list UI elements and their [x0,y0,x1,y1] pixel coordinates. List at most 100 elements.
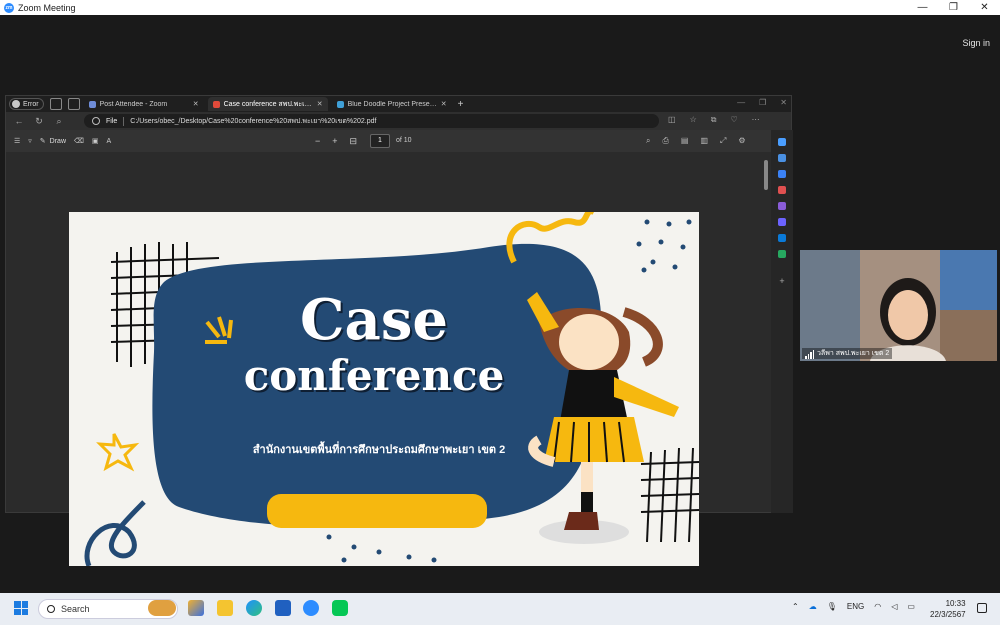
onedrive-icon[interactable]: ☁ [809,602,817,611]
store-icon[interactable] [275,600,291,616]
language-indicator[interactable]: ENG [847,602,864,611]
search-icon [47,605,55,613]
signal-strength-icon [805,350,814,359]
zoom-favicon-icon [88,100,96,108]
tab-case-conference[interactable]: Case conference สพป.พะเยา เขต 2 ✕ [207,97,328,111]
read-aloud-icon[interactable]: A [107,138,112,145]
file-label: File [106,117,118,125]
copilot-icon[interactable] [778,138,786,146]
find-icon[interactable]: ⌕ [646,136,650,146]
zoom-in-button[interactable]: + [332,136,337,147]
more-icon[interactable]: ⋯ [752,115,760,125]
battery-icon[interactable]: ▭ [907,602,915,611]
pdf-settings-icon[interactable]: ⚙ [738,136,745,146]
profile-label: Error [23,100,39,108]
restore-button[interactable]: ❐ [938,0,969,15]
zoom-controls: − + ⊟ [315,136,357,147]
widgets-icon[interactable] [148,600,176,616]
tools-icon[interactable] [778,186,786,194]
participant-name: วลีพา สพป.พะเยา เขต 2 [817,350,890,357]
sidebar-search-icon[interactable] [778,154,786,162]
minimize-button[interactable]: — [907,0,938,15]
volume-icon[interactable]: ◁ [891,602,897,611]
tab-close-icon[interactable]: ✕ [193,100,199,108]
pdf-viewer[interactable]: Case conference สำนักงานเขตพื้นที่การศึก… [6,152,766,566]
split-screen-icon[interactable]: ◫ [668,115,676,125]
fullscreen-icon[interactable]: ⤢ [720,136,726,146]
erase-icon[interactable]: ⌫ [74,137,84,145]
video-frame [800,250,997,361]
search-icon[interactable]: ⌕ [52,116,66,127]
canva-favicon-icon [336,100,344,108]
save-as-icon[interactable]: ▥ [700,136,708,146]
fit-page-icon[interactable]: ⊟ [350,136,358,147]
collections-icon[interactable]: ⧉ [711,115,717,125]
contents-icon[interactable]: ☰ [14,137,20,145]
scroll-thumb[interactable] [764,160,768,190]
refresh-icon[interactable]: ↻ [32,116,46,127]
line-icon[interactable] [332,600,348,616]
tab-label: Post Attendee - Zoom [99,100,168,108]
sign-in-button[interactable]: Sign in [962,38,990,48]
microphone-icon[interactable]: 🎙 [827,602,837,611]
office-icon[interactable] [778,218,786,226]
edge-sidebar: + [771,130,793,513]
page-number-input[interactable]: 1 [370,134,390,148]
tab-close-icon[interactable]: ✕ [441,100,447,108]
clock-time: 10:33 [945,599,966,608]
url-field[interactable]: File C:/Users/obec_/Desktop/Case%20confe… [84,114,659,128]
tab-actions-icon[interactable] [67,98,80,110]
tab-close-icon[interactable]: ✕ [317,100,323,108]
games-icon[interactable] [778,202,786,210]
print-icon[interactable]: ⎙ [662,136,668,146]
tab-blue-doodle[interactable]: Blue Doodle Project Presentation ✕ [332,97,452,111]
participant-video[interactable]: วลีพา สพป.พะเยา เขต 2 [800,250,997,361]
tab-label: Case conference สพป.พะเยา เขต 2 [223,100,313,108]
add-sidebar-icon[interactable]: + [771,276,793,286]
chevron-up-icon[interactable]: ⌃ [792,602,799,611]
address-actions: ◫ ☆ ⧉ ♡ ⋯ [668,115,760,125]
outlook-icon[interactable] [778,234,786,242]
close-button[interactable]: ✕ [969,0,1000,15]
profile-button[interactable]: Error [9,98,44,110]
clock-date: 22/3/2567 [930,610,966,619]
browser-minimize-button[interactable]: — [737,98,745,107]
browser-restore-button[interactable]: ❐ [759,98,766,107]
drop-icon[interactable] [778,250,786,258]
pdf-favicon-icon [212,100,220,108]
browser-close-button[interactable]: ✕ [780,98,787,107]
favorites-icon[interactable]: ☆ [690,115,697,125]
clock[interactable]: 10:33 22/3/2567 [930,598,966,620]
shopping-icon[interactable] [778,170,786,178]
windows-start-icon[interactable] [14,601,28,615]
window-title: Zoom Meeting [18,2,76,13]
info-icon[interactable] [92,117,100,125]
save-icon[interactable]: ▤ [681,136,689,146]
doodle-grid-right [640,447,699,543]
draw-label[interactable]: Draw [50,138,66,145]
copilot-taskbar-icon[interactable] [188,600,204,616]
url-text[interactable]: C:/Users/obec_/Desktop/Case%20conference… [130,116,376,127]
highlight-icon[interactable]: ▿ [28,137,32,145]
windows-taskbar: Search ⌃ ☁ 🎙 ENG ◠ ◁ ▭ 10:33 22/3/2567 [0,593,1000,625]
edge-icon[interactable] [246,600,262,616]
browser-essentials-icon[interactable]: ♡ [730,115,737,125]
system-tray: ⌃ ☁ 🎙 ENG ◠ ◁ ▭ [792,602,915,611]
tab-post-attendee[interactable]: Post Attendee - Zoom ✕ [84,97,204,111]
pdf-toolbar-right: ⌕ ⎙ ▤ ▥ ⤢ ⚙ [646,136,746,146]
back-icon[interactable]: ← [12,116,26,126]
shared-screen-browser: Error Post Attendee - Zoom ✕ Case confer… [5,95,793,566]
pdf-scrollbar[interactable] [763,152,769,512]
workspaces-icon[interactable] [49,98,62,110]
new-tab-button[interactable]: + [458,99,464,110]
browser-window-controls: — ❐ ✕ [737,98,787,107]
notifications-icon[interactable] [977,603,987,613]
view-icon[interactable]: ▣ [92,137,99,145]
zoom-logo-icon: zm [4,2,14,13]
file-explorer-icon[interactable] [217,600,233,616]
wifi-icon[interactable]: ◠ [874,602,881,611]
draw-icon[interactable]: ✎ [40,137,46,145]
zoom-taskbar-icon[interactable] [303,600,319,616]
zoom-out-button[interactable]: − [315,136,320,147]
browser-tab-bar: Error Post Attendee - Zoom ✕ Case confer… [6,96,791,112]
